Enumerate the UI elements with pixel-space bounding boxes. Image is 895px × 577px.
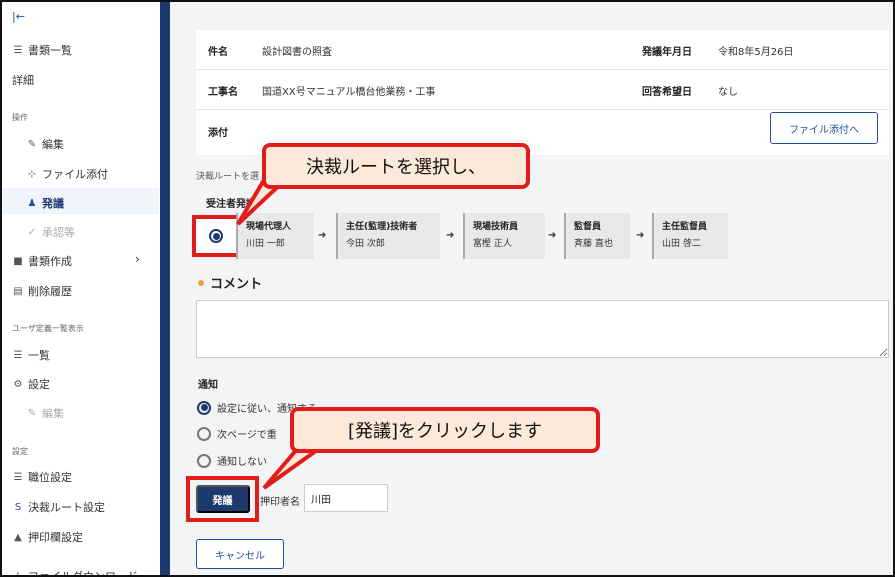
issue-date-value: 令和8年5月26日: [718, 47, 794, 58]
sidebar-item-stamp-settings[interactable]: ▲ 押印欄設定: [12, 529, 83, 545]
list-icon: ☰: [13, 44, 23, 56]
pencil-icon: ✎: [27, 407, 37, 419]
notify-radio-next-page[interactable]: [197, 426, 211, 441]
stamp-name-label: 押印者名: [260, 497, 300, 508]
sidebar: |← ☰ 書類一覧 詳細 操作 ✎ 編集 ⊹ ファイル添付 ♟ 発議 ✓ 承認等…: [2, 2, 162, 577]
sidebar-item-document-list[interactable]: ☰ 書類一覧: [12, 42, 72, 58]
notify-heading: 通知: [198, 380, 218, 391]
subject-value: 設計図書の照査: [262, 47, 332, 58]
sidebar-item-delete-history[interactable]: ▤ 削除履歴: [12, 283, 72, 299]
sidebar-header-user-defined: ユーザ定義一覧表示: [12, 324, 84, 333]
download-icon: ↓: [13, 570, 23, 577]
callout-select-route: 決裁ルートを選択し、: [262, 143, 530, 189]
notify-radio-none[interactable]: [197, 453, 211, 468]
notify-radio-follow[interactable]: [197, 400, 211, 415]
project-value: 国道XX号マニュアル橋台他業務・工事: [262, 87, 436, 98]
chevron-right-icon[interactable]: ›: [135, 252, 140, 266]
sidebar-item-route-settings[interactable]: S 決裁ルート設定: [12, 499, 105, 515]
issue-button[interactable]: 発議: [195, 485, 250, 513]
route-label: 決裁ルートを選: [196, 172, 260, 182]
sidebar-divider-bar: [160, 2, 170, 575]
info-row-project: 工事名 国道XX号マニュアル橋台他業務・工事 回答希望日 なし: [196, 70, 889, 110]
notify-option-next-page[interactable]: 次ページで重: [197, 426, 277, 441]
project-label: 工事名: [208, 87, 238, 98]
users-icon: ♟: [27, 197, 37, 209]
sidebar-item-detail[interactable]: 詳細: [12, 72, 34, 88]
screenshot-frame: |← ☰ 書類一覧 詳細 操作 ✎ 編集 ⊹ ファイル添付 ♟ 発議 ✓ 承認等…: [0, 0, 895, 577]
arrow-right-icon: ➜: [636, 230, 645, 241]
check-circle-icon: ✓: [27, 226, 37, 238]
stamp-name-input[interactable]: 川田: [304, 484, 388, 512]
route-step-1: 現場代理人 川田 一郎: [236, 213, 314, 259]
sidebar-header-operations: 操作: [12, 113, 28, 122]
gear-icon: ⚙: [13, 378, 23, 390]
sidebar-item-issue[interactable]: ♟ 発議: [26, 195, 64, 211]
arrow-right-icon: ➜: [548, 230, 557, 241]
comment-textarea[interactable]: [196, 300, 889, 358]
list-icon: ☰: [13, 349, 23, 361]
sidebar-item-create-document[interactable]: ■ 書類作成: [12, 253, 72, 269]
document-info-panel: 件名 設計図書の照査 発議年月日 令和8年5月26日 工事名 国道XX号マニュア…: [196, 30, 889, 155]
route-step-2: 主任(監理)技術者 今田 次郎: [336, 213, 440, 259]
arrow-right-icon: ➜: [318, 230, 327, 241]
sidebar-header-settings: 設定: [12, 447, 28, 456]
document-icon: ■: [13, 255, 23, 267]
route-step-3: 現場技術員 富樫 正人: [463, 213, 545, 259]
info-row-subject: 件名 設計図書の照査 発議年月日 令和8年5月26日: [196, 30, 889, 70]
comment-heading: コメント: [198, 273, 262, 292]
cancel-button[interactable]: キャンセル: [196, 539, 284, 569]
route-step-5: 主任監督員 山田 啓二: [652, 213, 728, 259]
arrow-right-icon: ➜: [446, 230, 455, 241]
sidebar-item-settings[interactable]: ⚙ 設定: [12, 376, 50, 392]
subject-label: 件名: [208, 47, 228, 58]
route-step-4: 監督員 斉藤 直也: [564, 213, 630, 259]
file-attach-button[interactable]: ファイル添付へ: [770, 112, 878, 144]
reply-date-label: 回答希望日: [642, 87, 692, 98]
issue-button-highlight: 発議: [186, 476, 259, 522]
collapse-sidebar-icon[interactable]: |←: [12, 10, 25, 23]
stamp-icon: ▲: [14, 531, 22, 543]
route-icon: S: [14, 501, 22, 513]
sidebar-item-approve[interactable]: ✓ 承認等: [26, 224, 75, 240]
sidebar-item-list[interactable]: ☰ 一覧: [12, 347, 50, 363]
sidebar-item-edit-settings[interactable]: ✎ 編集: [26, 405, 64, 421]
sidebar-item-file-download[interactable]: ↓ ファイルダウンロード: [12, 568, 138, 577]
notify-option-none[interactable]: 通知しない: [197, 453, 267, 468]
main-content: 件名 設計図書の照査 発議年月日 令和8年5月26日 工事名 国道XX号マニュア…: [170, 2, 893, 575]
sidebar-item-file-attach[interactable]: ⊹ ファイル添付: [26, 166, 108, 182]
trash-icon: ▤: [13, 285, 23, 297]
route-sub-label: 受注者発議: [206, 199, 256, 210]
route-radio-highlight: [192, 215, 240, 257]
callout-click-issue: [発議]をクリックします: [290, 407, 600, 453]
pencil-icon: ✎: [27, 138, 37, 150]
reply-date-value: なし: [718, 87, 738, 98]
sidebar-item-edit[interactable]: ✎ 編集: [26, 136, 64, 152]
issue-date-label: 発議年月日: [642, 47, 692, 58]
bullet-icon: [198, 279, 204, 286]
route-radio[interactable]: [209, 229, 223, 243]
paperclip-icon: ⊹: [27, 168, 37, 180]
layers-icon: ☰: [13, 471, 23, 483]
attach-label: 添付: [208, 128, 228, 139]
sidebar-item-position-settings[interactable]: ☰ 職位設定: [12, 469, 72, 485]
